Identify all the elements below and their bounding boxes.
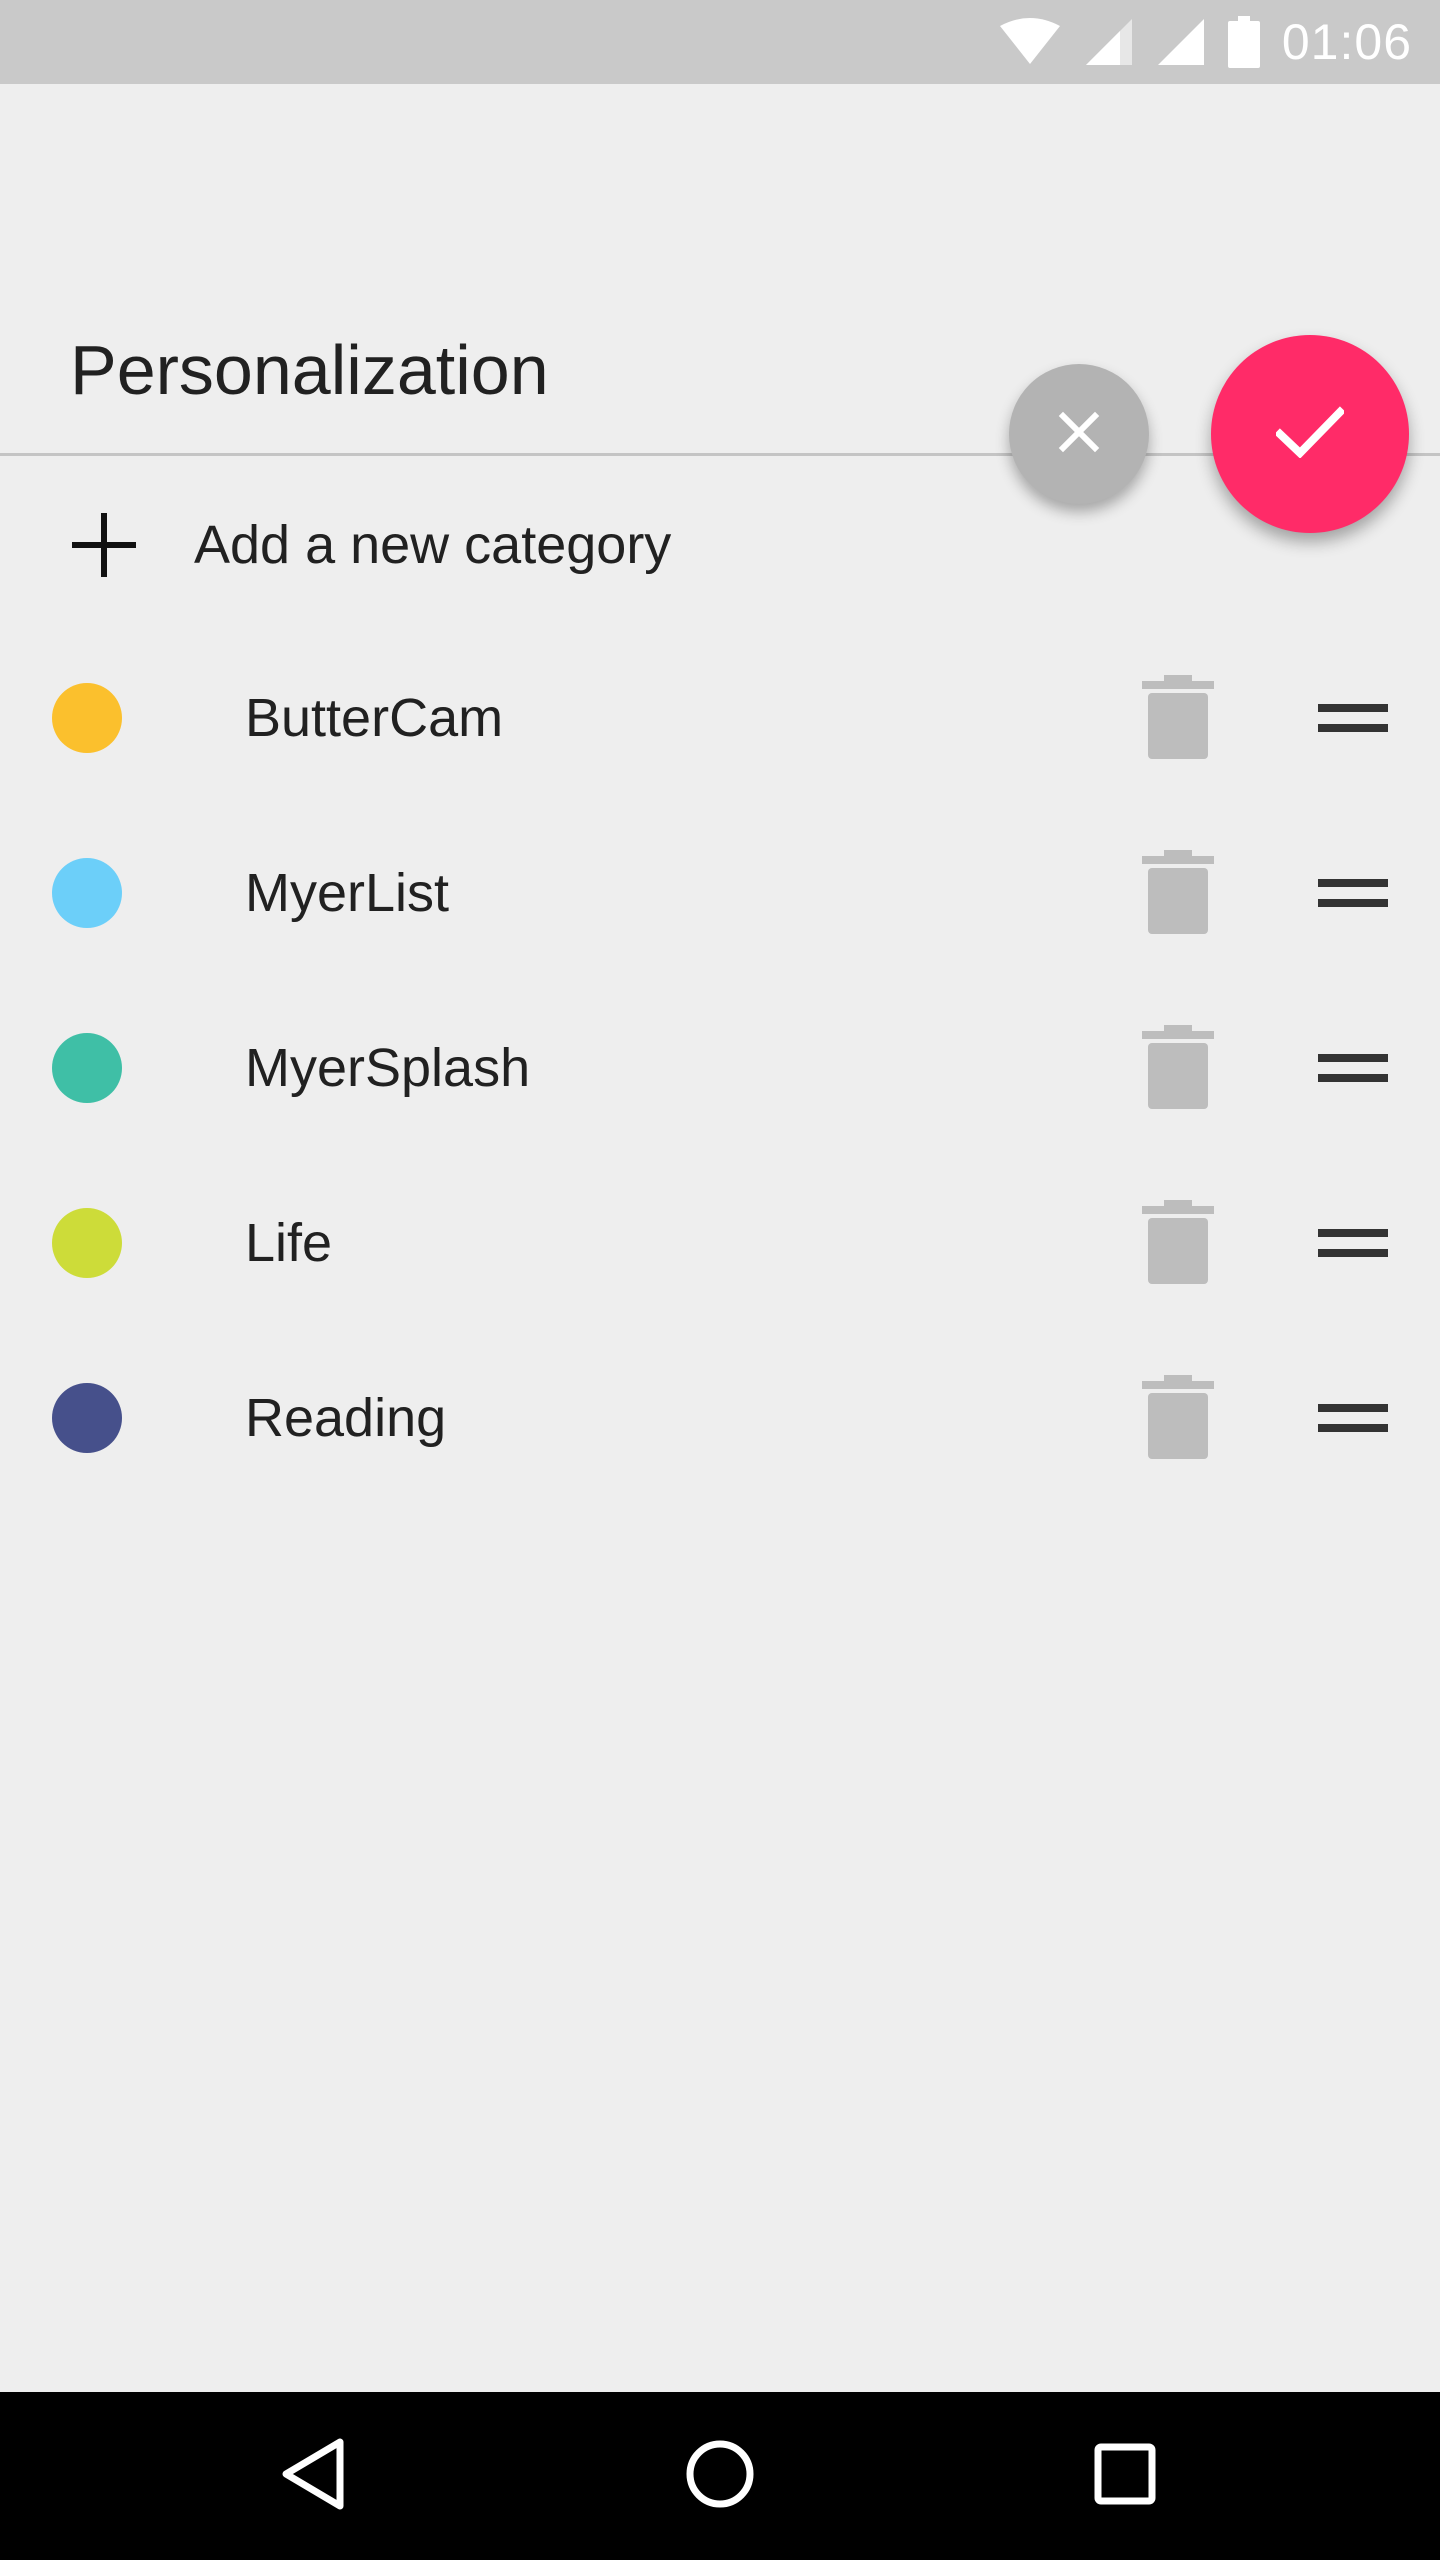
page-title: Personalization xyxy=(70,331,549,409)
recents-button[interactable] xyxy=(1075,2426,1175,2526)
back-button[interactable] xyxy=(265,2426,365,2526)
category-name[interactable]: ButterCam xyxy=(245,683,503,753)
status-bar: 01:06 xyxy=(0,0,1440,84)
category-list: ButterCam MyerList MyerSplash Life Readi… xyxy=(0,630,1440,1505)
category-name[interactable]: MyerSplash xyxy=(245,1033,530,1103)
home-button[interactable] xyxy=(670,2426,770,2526)
battery-icon xyxy=(1227,16,1260,68)
screen: 01:06 Personalization Add a new category xyxy=(0,0,1440,2560)
signal-icon xyxy=(1084,17,1134,67)
trash-icon[interactable] xyxy=(1140,675,1216,759)
trash-icon[interactable] xyxy=(1140,1200,1216,1284)
drag-handle-icon[interactable] xyxy=(1318,873,1388,913)
status-icons: 01:06 xyxy=(998,0,1412,84)
home-icon xyxy=(684,2438,756,2515)
plus-icon xyxy=(72,513,136,577)
category-row[interactable]: MyerList xyxy=(0,805,1440,980)
signal-icon xyxy=(1156,17,1206,67)
category-row[interactable]: Reading xyxy=(0,1330,1440,1505)
category-color-dot[interactable] xyxy=(52,683,122,753)
category-name[interactable]: Reading xyxy=(245,1383,446,1453)
add-category-button[interactable]: Add a new category xyxy=(0,480,1440,610)
category-row[interactable]: Life xyxy=(0,1155,1440,1330)
drag-handle-icon[interactable] xyxy=(1318,1048,1388,1088)
trash-icon[interactable] xyxy=(1140,1025,1216,1109)
category-name[interactable]: MyerList xyxy=(245,858,449,928)
category-name[interactable]: Life xyxy=(245,1208,332,1278)
category-row[interactable]: ButterCam xyxy=(0,630,1440,805)
drag-handle-icon[interactable] xyxy=(1318,698,1388,738)
navigation-bar xyxy=(0,2392,1440,2560)
add-category-label: Add a new category xyxy=(194,515,672,575)
drag-handle-icon[interactable] xyxy=(1318,1398,1388,1438)
back-icon xyxy=(280,2436,350,2517)
category-color-dot[interactable] xyxy=(52,1383,122,1453)
category-row[interactable]: MyerSplash xyxy=(0,980,1440,1155)
trash-icon[interactable] xyxy=(1140,1375,1216,1459)
trash-icon[interactable] xyxy=(1140,850,1216,934)
wifi-icon xyxy=(998,18,1062,66)
drag-handle-icon[interactable] xyxy=(1318,1223,1388,1263)
check-icon xyxy=(1274,405,1346,463)
close-icon xyxy=(1057,410,1101,459)
category-color-dot[interactable] xyxy=(52,1208,122,1278)
category-color-dot[interactable] xyxy=(52,858,122,928)
category-color-dot[interactable] xyxy=(52,1033,122,1103)
status-time: 01:06 xyxy=(1281,14,1412,70)
recents-icon xyxy=(1093,2442,1157,2511)
